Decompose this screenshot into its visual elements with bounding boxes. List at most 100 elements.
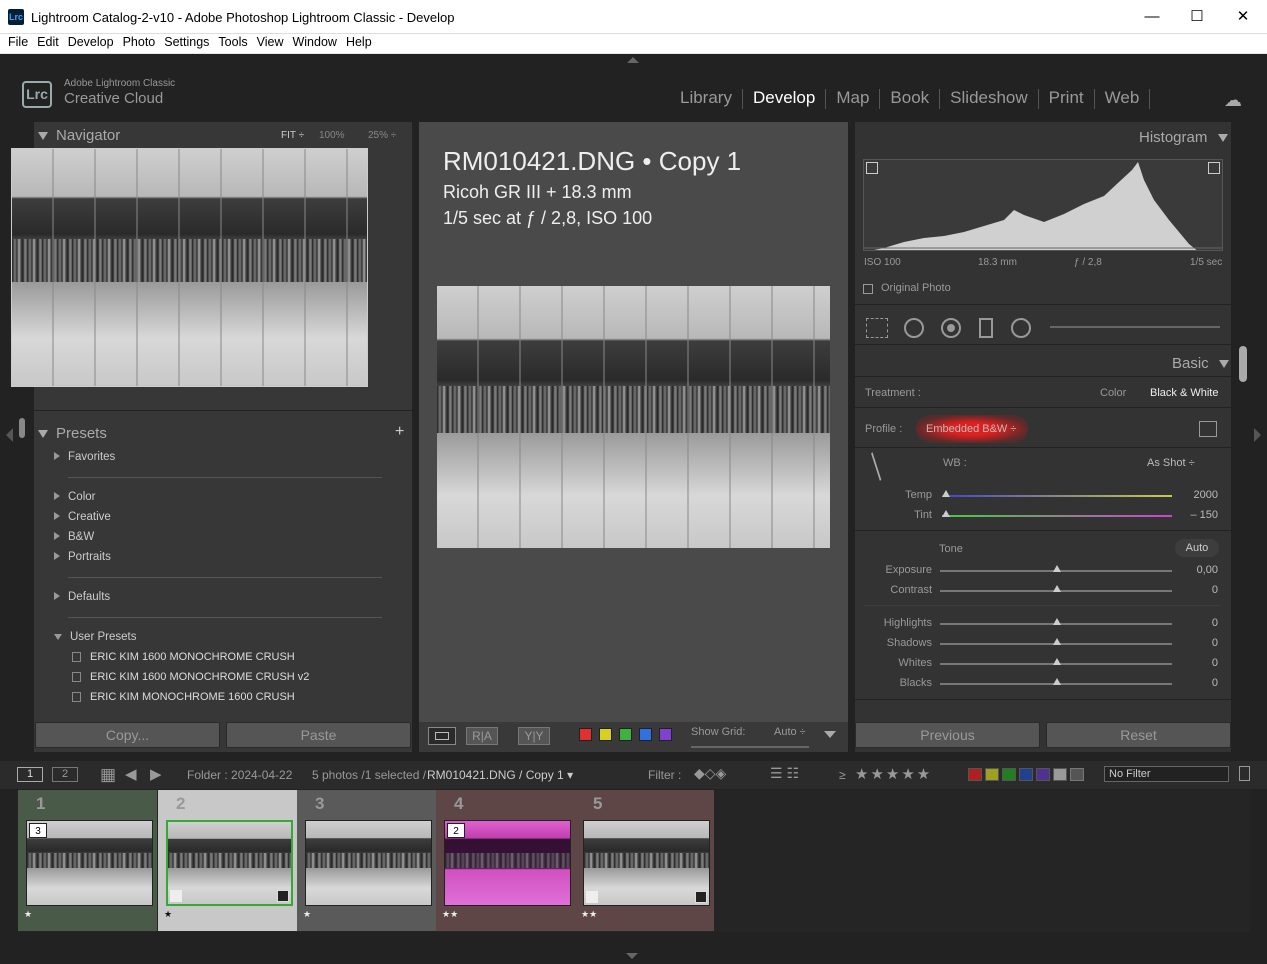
preset-item[interactable]: ERIC KIM 1600 MONOCHROME CRUSH v2	[72, 671, 309, 683]
right-scrollbar[interactable]	[1239, 346, 1247, 382]
whites-value[interactable]: 0	[1178, 657, 1218, 669]
filmstrip-cell[interactable]: 4 2 ★★	[436, 790, 575, 931]
preset-item[interactable]: ERIC KIM 1600 MONOCHROME CRUSH	[72, 651, 295, 663]
rating-stars[interactable]: ★★	[442, 909, 458, 920]
label-red-swatch[interactable]	[579, 728, 592, 741]
temp-slider[interactable]	[942, 495, 1172, 497]
radial-filter-icon[interactable]	[1011, 318, 1031, 338]
filmstrip-cell[interactable]: 1 3 ★	[18, 790, 157, 931]
whites-thumb[interactable]	[1053, 658, 1061, 665]
tint-thumb[interactable]	[942, 510, 950, 517]
shadows-thumb[interactable]	[1053, 638, 1061, 645]
temp-thumb[interactable]	[942, 490, 950, 497]
left-panel-toggle-icon[interactable]	[6, 428, 13, 442]
blacks-thumb[interactable]	[1053, 678, 1061, 685]
blacks-value[interactable]: 0	[1178, 677, 1218, 689]
preset-group-user[interactable]: User Presets	[54, 631, 136, 643]
forward-arrow-icon[interactable]: ▶	[150, 765, 162, 783]
rating-stars[interactable]: ★	[303, 909, 311, 920]
filter-blue-swatch[interactable]	[1019, 768, 1033, 781]
preset-group-defaults[interactable]: Defaults	[54, 591, 110, 603]
wb-select[interactable]: As Shot ÷	[1147, 457, 1195, 469]
cloud-sync-icon[interactable]: ☁	[1224, 90, 1242, 111]
previous-button[interactable]: Previous	[855, 722, 1040, 748]
right-panel-toggle-icon[interactable]	[1254, 428, 1261, 442]
profile-select[interactable]: Embedded B&W ÷	[926, 423, 1016, 435]
second-window-button[interactable]: 2	[52, 767, 78, 782]
copy-button[interactable]: Copy...	[35, 722, 220, 748]
contrast-value[interactable]: 0	[1178, 584, 1218, 596]
zoom-100[interactable]: 100%	[319, 130, 345, 141]
contrast-thumb[interactable]	[1053, 585, 1061, 592]
rating-stars[interactable]: ★	[164, 909, 172, 920]
navigator-preview[interactable]	[11, 148, 368, 387]
highlights-value[interactable]: 0	[1178, 617, 1218, 629]
menu-window[interactable]: Window	[284, 34, 336, 49]
filmstrip-cell[interactable]: 3 ★	[297, 790, 436, 931]
paste-button[interactable]: Paste	[226, 722, 411, 748]
thumbnail[interactable]	[305, 820, 432, 906]
exposure-thumb[interactable]	[1053, 565, 1061, 572]
rating-filter-stars[interactable]: ★★★★★	[855, 765, 932, 783]
module-map[interactable]: Map	[826, 88, 879, 108]
toolbar-menu-icon[interactable]	[824, 731, 836, 738]
auto-tone-button[interactable]: Auto	[1175, 539, 1219, 557]
menu-tools[interactable]: Tools	[210, 34, 247, 49]
treatment-color-option[interactable]: Color	[1100, 387, 1126, 399]
module-develop[interactable]: Develop	[743, 88, 825, 108]
tint-value[interactable]: – 150	[1178, 509, 1218, 521]
filter-preset-select[interactable]: No Filter	[1104, 766, 1229, 782]
rating-operator[interactable]: ≥	[839, 768, 846, 782]
filter-yellow-swatch[interactable]	[985, 768, 999, 781]
preset-group-color[interactable]: Color	[54, 491, 95, 503]
bottom-panel-toggle-icon[interactable]	[626, 953, 638, 959]
label-blue-swatch[interactable]	[639, 728, 652, 741]
current-file-selector[interactable]: RM010421.DNG / Copy 1 ▾	[427, 768, 573, 782]
module-library[interactable]: Library	[670, 88, 742, 108]
highlights-thumb[interactable]	[1053, 618, 1061, 625]
menu-view[interactable]: View	[249, 34, 284, 49]
thumbnail[interactable]	[583, 820, 710, 906]
thumbnail[interactable]	[166, 820, 293, 906]
menu-help[interactable]: Help	[338, 34, 372, 49]
flag-filter-icons[interactable]: ◆◇◈	[694, 765, 726, 782]
rating-stars[interactable]: ★	[24, 909, 32, 920]
histogram-header[interactable]: Histogram	[1139, 129, 1236, 153]
before-after-yy-icon[interactable]: Y|Y	[518, 727, 550, 745]
show-grid-select[interactable]: Auto ÷	[774, 726, 806, 738]
original-photo-checkbox[interactable]	[863, 284, 873, 294]
filter-purple-swatch[interactable]	[1036, 768, 1050, 781]
treatment-bw-option[interactable]: Black & White	[1150, 387, 1218, 399]
menu-settings[interactable]: Settings	[156, 34, 209, 49]
module-web[interactable]: Web	[1095, 88, 1150, 108]
label-green-swatch[interactable]	[619, 728, 632, 741]
exposure-value[interactable]: 0,00	[1178, 564, 1218, 576]
preset-group-bw[interactable]: B&W	[54, 531, 94, 543]
histogram-chart[interactable]	[863, 159, 1223, 251]
menu-develop[interactable]: Develop	[60, 34, 114, 49]
profile-browser-icon[interactable]	[1199, 421, 1217, 437]
brush-slider[interactable]	[1050, 326, 1220, 328]
preset-group-portraits[interactable]: Portraits	[54, 551, 111, 563]
temp-value[interactable]: 2000	[1178, 489, 1218, 501]
filter-green-swatch[interactable]	[1002, 768, 1016, 781]
spot-removal-icon[interactable]	[904, 318, 924, 338]
minimize-button[interactable]: —	[1129, 0, 1175, 34]
main-window-button[interactable]: 1	[17, 767, 43, 782]
label-purple-swatch[interactable]	[659, 728, 672, 741]
shadows-value[interactable]: 0	[1178, 637, 1218, 649]
module-slideshow[interactable]: Slideshow	[940, 88, 1038, 108]
highlight-clipping-icon[interactable]	[1208, 162, 1220, 174]
preset-item[interactable]: ERIC KIM MONOCHROME 1600 CRUSH	[72, 691, 295, 703]
top-panel-toggle-icon[interactable]	[627, 57, 639, 63]
graduated-filter-icon[interactable]	[979, 318, 993, 338]
left-scrollbar[interactable]	[19, 418, 25, 438]
filmstrip-cell-selected[interactable]: 2 ★	[158, 790, 297, 931]
loupe-view-icon[interactable]	[428, 727, 456, 745]
shadow-clipping-icon[interactable]	[866, 162, 878, 174]
thumbnail[interactable]: 2	[444, 820, 571, 906]
stack-count-badge[interactable]: 3	[29, 823, 47, 838]
menu-photo[interactable]: Photo	[115, 34, 156, 49]
reset-button[interactable]: Reset	[1046, 722, 1231, 748]
module-book[interactable]: Book	[880, 88, 939, 108]
